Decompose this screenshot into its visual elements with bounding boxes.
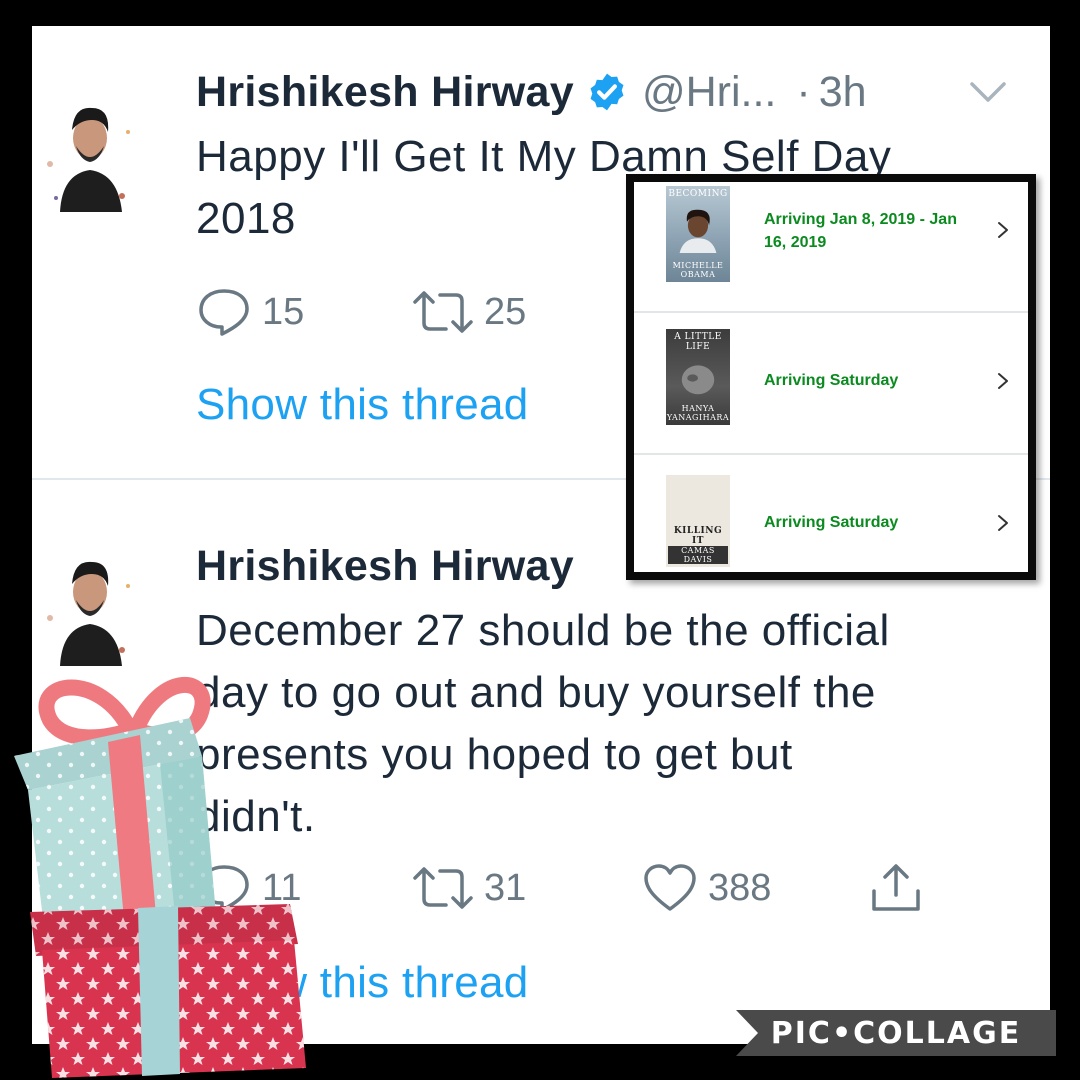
pic-collage-watermark: PIC•COLLAGE xyxy=(736,1010,1056,1056)
tweet-header: Hrishikesh Hirway @Hri... · 3h xyxy=(196,64,867,120)
book-cover-a-little-life: A LITTLE LIFE HANYA YANAGIHARA xyxy=(666,329,730,425)
timestamp[interactable]: 3h xyxy=(819,68,867,117)
cover-photo xyxy=(681,365,715,395)
reply-icon xyxy=(199,289,249,336)
author-name[interactable]: Hrishikesh Hirway xyxy=(196,542,574,591)
retweet-count: 31 xyxy=(484,866,527,909)
tweet-text: December 27 should be the official day t… xyxy=(196,600,1016,848)
reply-count: 15 xyxy=(262,290,305,333)
retweet-icon xyxy=(413,291,473,333)
tweet-header: Hrishikesh Hirway xyxy=(196,538,574,594)
meta-separator: · xyxy=(796,67,811,116)
reply-button[interactable]: 15 xyxy=(196,282,304,342)
retweet-button[interactable]: 25 xyxy=(412,282,526,342)
tweet-text-line: didn't. xyxy=(196,792,316,841)
order-row[interactable]: BECOMING MICHELLE OBAMA Arriving Jan 8, … xyxy=(634,182,1028,312)
retweet-button[interactable]: 31 xyxy=(412,858,526,918)
tweet-actions: 11 31 388 xyxy=(196,858,956,918)
retweet-icon xyxy=(413,867,473,909)
book-author: MICHELLE OBAMA xyxy=(672,261,724,279)
arrival-status: Arriving Saturday xyxy=(764,511,994,534)
retweet-count: 25 xyxy=(484,290,527,333)
show-thread-link[interactable]: Show this thread xyxy=(196,380,529,430)
arrival-line: 16, 2019 xyxy=(764,234,827,251)
avatar[interactable] xyxy=(38,540,142,668)
author-name[interactable]: Hrishikesh Hirway xyxy=(196,68,574,117)
like-button[interactable]: 388 xyxy=(642,858,771,918)
share-icon xyxy=(872,864,920,911)
orders-card: BECOMING MICHELLE OBAMA Arriving Jan 8, … xyxy=(626,174,1036,580)
order-row[interactable]: A LITTLE LIFE HANYA YANAGIHARA Arriving … xyxy=(634,312,1028,454)
arrival-status: Arriving Saturday xyxy=(764,369,994,392)
heart-icon xyxy=(644,864,696,911)
author-portrait xyxy=(679,209,717,253)
book-author: HANYA YANAGIHARA xyxy=(666,404,730,422)
book-title: KILLING IT xyxy=(673,526,723,546)
chevron-right-icon[interactable] xyxy=(996,220,1010,240)
arrival-line: Arriving Jan 8, 2019 - Jan xyxy=(764,211,957,228)
arrival-line: Arriving Saturday xyxy=(764,372,899,389)
chevron-down-icon[interactable] xyxy=(968,78,1008,108)
tweet-text-line: December 27 should be the official xyxy=(196,606,890,655)
share-button[interactable] xyxy=(868,858,934,918)
book-title: BECOMING xyxy=(668,189,728,199)
tweet-text-line: presents you hoped to get but xyxy=(196,730,793,779)
book-title: A LITTLE LIFE xyxy=(674,332,722,352)
tweet-text-line: day to go out and buy yourself the xyxy=(196,668,876,717)
book-cover-becoming: BECOMING MICHELLE OBAMA xyxy=(666,186,730,282)
like-count: 388 xyxy=(708,866,772,909)
verified-badge-icon xyxy=(590,73,624,111)
book-cover-killing-it: KILLING IT CAMAS DAVIS xyxy=(666,475,730,567)
chevron-right-icon[interactable] xyxy=(996,513,1010,533)
arrival-status: Arriving Jan 8, 2019 - Jan 16, 2019 xyxy=(764,208,994,254)
order-row[interactable]: KILLING IT CAMAS DAVIS Arriving Saturday xyxy=(634,454,1028,572)
chevron-right-icon[interactable] xyxy=(996,371,1010,391)
book-author: CAMAS DAVIS xyxy=(668,546,728,564)
author-handle[interactable]: @Hri... xyxy=(642,68,776,117)
arrival-line: Arriving Saturday xyxy=(764,514,899,531)
gift-box-sticker xyxy=(14,676,306,1078)
avatar[interactable] xyxy=(38,86,142,214)
